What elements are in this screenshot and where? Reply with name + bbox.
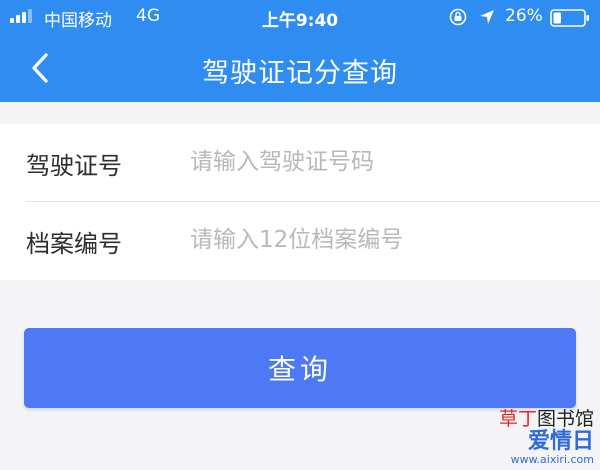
- query-button[interactable]: 查询: [24, 328, 576, 408]
- file-number-label: 档案编号: [26, 230, 122, 258]
- file-number-input[interactable]: [190, 219, 580, 261]
- watermark-line3: www.aixiri.com: [510, 453, 594, 466]
- battery-icon: [550, 9, 589, 27]
- app-header: 中国移动 4G 上午9:40 26% 驾驶证记分查询: [0, 0, 600, 102]
- nav-bar: 驾驶证记分查询: [0, 34, 600, 102]
- license-number-row: 驾驶证号: [0, 124, 600, 202]
- location-arrow-icon: [480, 10, 494, 24]
- watermark-line2: 爱情日: [527, 429, 594, 454]
- query-form: 驾驶证号 档案编号: [0, 124, 600, 280]
- license-number-label: 驾驶证号: [26, 152, 122, 180]
- page-title: 驾驶证记分查询: [202, 58, 398, 89]
- battery-percent: 26%: [505, 6, 543, 26]
- site-watermark: 草丁图书馆 爱情日 www.aixiri.com: [499, 404, 594, 466]
- license-number-input[interactable]: [190, 141, 580, 183]
- status-bar: 中国移动 4G 上午9:40 26%: [0, 0, 600, 34]
- file-number-row: 档案编号: [0, 202, 600, 279]
- watermark-line1: 草丁图书馆: [498, 408, 594, 430]
- orientation-lock-icon: [449, 8, 467, 26]
